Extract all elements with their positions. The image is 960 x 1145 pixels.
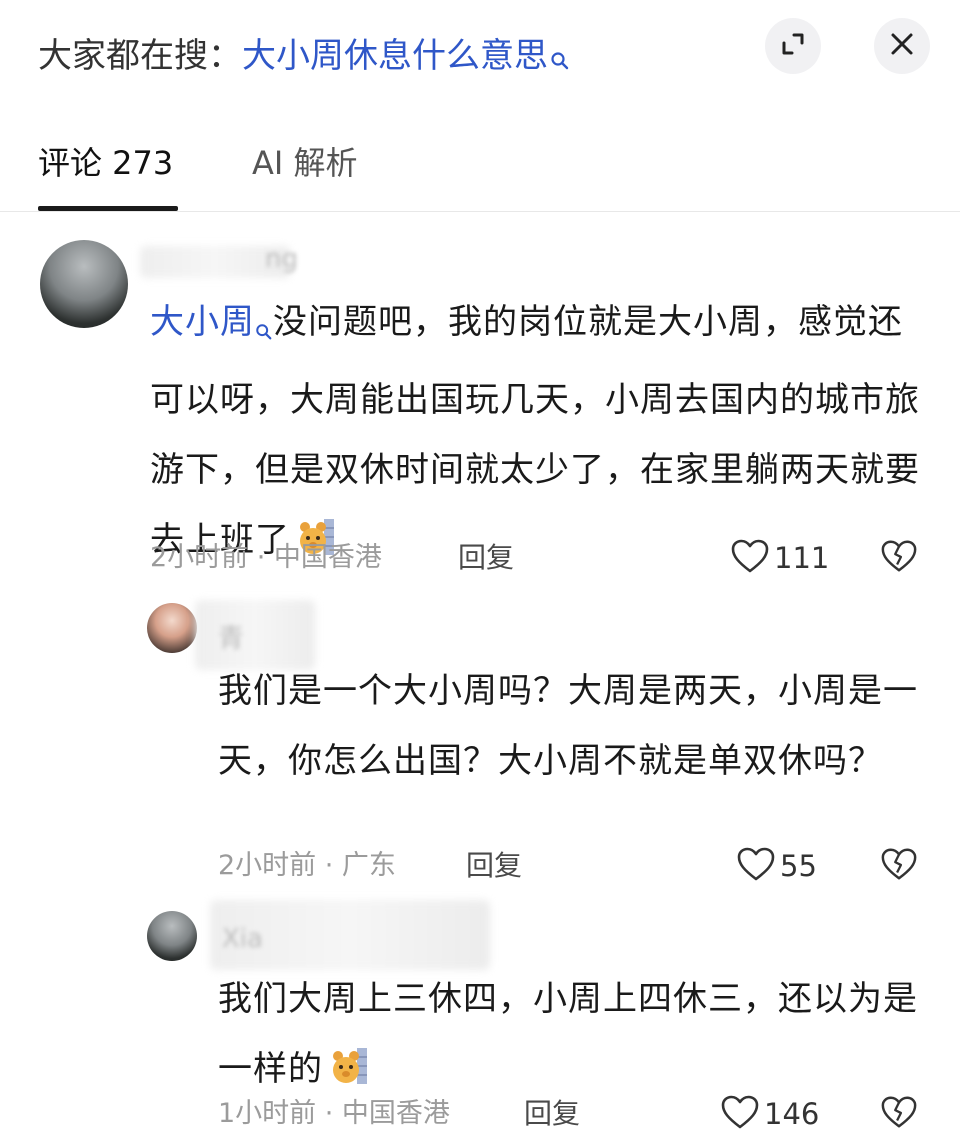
- username[interactable]: ng: [265, 244, 298, 274]
- like-button[interactable]: 55: [736, 846, 817, 886]
- broken-heart-icon: [880, 538, 918, 578]
- search-icon: [550, 34, 570, 86]
- active-tab-indicator: [38, 206, 178, 211]
- tab-bar: 评论 273 AI 解析: [0, 130, 960, 212]
- comment-text: 我们是一个大小周吗？大周是两天，小周是一天，你怎么出国？大小周不就是单双休吗？: [218, 656, 918, 796]
- broken-heart-icon: [880, 1094, 918, 1134]
- dislike-button[interactable]: [879, 1094, 919, 1134]
- avatar[interactable]: [147, 911, 197, 961]
- reply-button[interactable]: 回复: [458, 538, 514, 578]
- search-suggestion[interactable]: 大家都在搜：大小周休息什么意思: [38, 30, 570, 86]
- dislike-button[interactable]: [879, 538, 919, 578]
- expand-button[interactable]: [765, 18, 821, 74]
- search-icon: [255, 295, 273, 365]
- heart-icon: [730, 538, 770, 578]
- comment-text: 我们大周上三休四，小周上四休三，还以为是一样的: [218, 964, 918, 1104]
- top-bar: 大家都在搜：大小周休息什么意思: [0, 0, 960, 110]
- search-prefix-label: 大家都在搜：: [38, 36, 242, 76]
- heart-icon: [736, 846, 776, 886]
- search-term-link[interactable]: 大小周休息什么意思: [242, 36, 548, 76]
- avatar[interactable]: [147, 603, 197, 653]
- close-icon: [888, 30, 916, 62]
- comment-meta: 2小时前 · 中国香港: [150, 542, 382, 573]
- like-button[interactable]: 146: [720, 1094, 819, 1134]
- avatar[interactable]: [40, 240, 128, 328]
- comment-meta: 2小时前 · 广东: [218, 850, 396, 881]
- comment-meta: 1小时前 · 中国香港: [218, 1098, 450, 1129]
- keyword-link[interactable]: 大小周: [150, 302, 255, 342]
- reply-button[interactable]: 回复: [524, 1094, 580, 1134]
- like-button[interactable]: 111: [730, 538, 829, 578]
- heart-icon: [720, 1094, 760, 1134]
- broken-heart-icon: [880, 846, 918, 886]
- close-button[interactable]: [874, 18, 930, 74]
- comment-body: 我们大周上三休四，小周上四休三，还以为是一样的: [218, 979, 918, 1089]
- dislike-button[interactable]: [879, 846, 919, 886]
- like-count: 111: [774, 541, 830, 575]
- reply-button[interactable]: 回复: [466, 846, 522, 886]
- tab-ai-analysis[interactable]: AI 解析: [252, 140, 358, 186]
- peeking-bear-emoji-icon: [329, 1040, 369, 1084]
- username[interactable]: 青: [218, 618, 244, 655]
- username[interactable]: Xia: [222, 924, 263, 954]
- comment-body: 我们是一个大小周吗？大周是两天，小周是一天，你怎么出国？大小周不就是单双休吗？: [218, 671, 918, 781]
- comment-text: 大小周 没问题吧，我的岗位就是大小周，感觉还可以呀，大周能出国玩几天，小周去国内的…: [150, 287, 920, 575]
- like-count: 55: [780, 849, 817, 883]
- expand-icon: [778, 29, 808, 63]
- tab-comments[interactable]: 评论 273: [38, 140, 173, 186]
- like-count: 146: [764, 1097, 820, 1131]
